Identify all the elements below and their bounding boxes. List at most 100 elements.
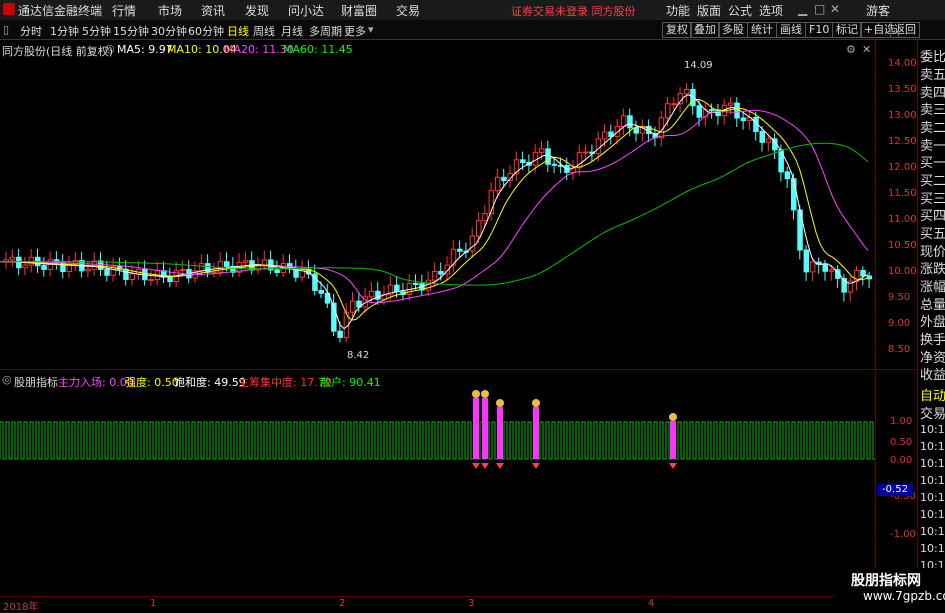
tick-time: 10:13 xyxy=(920,491,945,504)
candle-body xyxy=(778,149,784,173)
candle-body xyxy=(394,284,400,293)
indicator-chart xyxy=(0,390,875,469)
sidebar-item[interactable]: 买四 xyxy=(920,205,945,224)
menu-item-market[interactable]: 市场 xyxy=(158,2,182,19)
auto-trade-label[interactable]: 自动 xyxy=(920,385,945,404)
period-intraday[interactable]: 分时 xyxy=(20,23,42,39)
menu-item-ask[interactable]: 问小达 xyxy=(288,2,324,19)
candle-body xyxy=(205,263,211,273)
candle-body xyxy=(740,117,747,122)
sidebar-item[interactable]: 买二 xyxy=(920,170,945,189)
period-5min[interactable]: 5分钟 xyxy=(82,23,111,39)
money-bag-icon xyxy=(532,399,540,407)
sidebar-item[interactable]: 卖二 xyxy=(920,117,945,136)
menu-item-trade[interactable]: 交易 xyxy=(396,2,420,19)
menu-item-news[interactable]: 资讯 xyxy=(201,2,225,19)
date-tick: 4 xyxy=(648,598,655,609)
mark-button[interactable]: 标记 xyxy=(832,22,862,38)
adjust-button[interactable]: 复权 xyxy=(662,22,692,38)
menu-item-options[interactable]: 选项 xyxy=(759,2,783,19)
price-tick: 12.00 xyxy=(888,162,917,173)
low-price-label: 8.42 xyxy=(347,350,370,361)
candle-body xyxy=(438,270,444,275)
gem-icon xyxy=(481,463,489,469)
dropdown-icon[interactable]: ▾ xyxy=(368,23,374,36)
candle-body xyxy=(431,270,438,281)
sidebar-item[interactable]: 卖三 xyxy=(920,99,945,118)
price-tick: 13.00 xyxy=(888,110,917,121)
candle-body xyxy=(545,148,551,165)
watermark-url: www.7gpzb.com xyxy=(863,589,945,603)
period-60min[interactable]: 60分钟 xyxy=(188,23,224,39)
period-daily[interactable]: 日线 xyxy=(227,23,249,39)
candle-body xyxy=(671,103,677,106)
multi-stock-button[interactable]: 多股 xyxy=(718,22,748,38)
overlay-button[interactable]: 叠加 xyxy=(690,22,720,38)
candle-body xyxy=(728,102,734,106)
candle-body xyxy=(224,261,230,267)
period-monthly[interactable]: 月线 xyxy=(281,23,303,39)
f10-button[interactable]: F10 xyxy=(805,22,834,38)
sidebar-item[interactable]: 收益 xyxy=(920,364,945,383)
login-notice: 证券交易未登录 同方股份 xyxy=(511,5,636,18)
minimize-icon[interactable]: ▁ xyxy=(798,2,807,16)
sidebar-item[interactable]: 买五 xyxy=(920,223,945,242)
back-button[interactable]: 返回 xyxy=(890,22,920,38)
maximize-icon[interactable]: □ xyxy=(814,2,825,16)
candle-body xyxy=(22,264,28,269)
candle-body xyxy=(860,269,866,277)
money-bag-icon xyxy=(669,413,677,421)
sidebar-item[interactable]: 换手 xyxy=(920,329,945,348)
sidebar-item[interactable]: 涨幅 xyxy=(920,276,945,295)
pane-divider xyxy=(0,369,917,370)
date-tick: 1 xyxy=(150,598,157,609)
trade-label[interactable]: 交易 xyxy=(920,403,945,422)
gem-icon xyxy=(496,463,504,469)
sidebar-item[interactable]: 委比 xyxy=(920,46,945,65)
tick-time: 10:13 xyxy=(920,508,945,521)
candle-body xyxy=(274,269,280,274)
signal-bar xyxy=(482,398,488,459)
indicator-wave xyxy=(0,421,875,460)
period-15min[interactable]: 15分钟 xyxy=(113,23,149,39)
close-icon[interactable]: ✕ xyxy=(830,2,840,16)
period-more[interactable]: 更多 xyxy=(344,23,366,39)
candle-body xyxy=(765,138,772,143)
period-30min[interactable]: 30分钟 xyxy=(151,23,187,39)
guest-label[interactable]: 游客 xyxy=(866,2,890,19)
menu-item-formula[interactable]: 公式 xyxy=(728,2,752,19)
candle-body xyxy=(809,261,816,273)
price-tick: 9.50 xyxy=(888,292,911,303)
candle-body xyxy=(494,176,501,192)
collapse-icon[interactable]: ▯ xyxy=(3,23,9,36)
candle-body xyxy=(665,103,671,119)
candle-body xyxy=(211,271,217,274)
menu-item-discover[interactable]: 发现 xyxy=(245,2,269,19)
stats-button[interactable]: 统计 xyxy=(747,22,777,38)
date-tick: 2 xyxy=(339,598,346,609)
menu-item-wealth[interactable]: 财富圈 xyxy=(341,2,377,19)
draw-button[interactable]: 画线 xyxy=(776,22,806,38)
candle-body xyxy=(583,151,589,154)
indicator-pane[interactable]: ◎ 股朋指标 主力入场: 0.00 强度: 0.50 饱和度: 49.59 主筹… xyxy=(0,371,875,596)
candle-body xyxy=(520,159,526,164)
candle-body xyxy=(828,269,835,272)
kline-pane[interactable]: 同方股份(日线 前复权) ◎ MA5: 9.97 MA10: 10.04 MA2… xyxy=(0,40,875,369)
tick-time: 10:13 xyxy=(920,457,945,470)
sidebar-item[interactable]: 涨跌 xyxy=(920,258,945,277)
period-weekly[interactable]: 周线 xyxy=(253,23,275,39)
sidebar-item[interactable]: 卖五 xyxy=(920,64,945,83)
candle-body xyxy=(822,263,828,272)
candle-body xyxy=(501,176,507,181)
sidebar-item[interactable]: 外盘 xyxy=(920,311,945,330)
money-bag-icon xyxy=(496,399,504,407)
indicator-tick: 0.00 xyxy=(890,455,913,466)
price-axis: 14.00 13.50 13.00 12.50 12.00 11.50 11.0… xyxy=(875,40,918,369)
menu-item-layout[interactable]: 版面 xyxy=(697,2,721,19)
period-1min[interactable]: 1分钟 xyxy=(50,23,79,39)
menu-item-function[interactable]: 功能 xyxy=(666,2,690,19)
period-multi[interactable]: 多周期 xyxy=(309,23,342,39)
menu-item-quotes[interactable]: 行情 xyxy=(112,2,136,19)
price-tick: 12.50 xyxy=(888,136,917,147)
sidebar-item[interactable]: 买一 xyxy=(920,152,945,171)
